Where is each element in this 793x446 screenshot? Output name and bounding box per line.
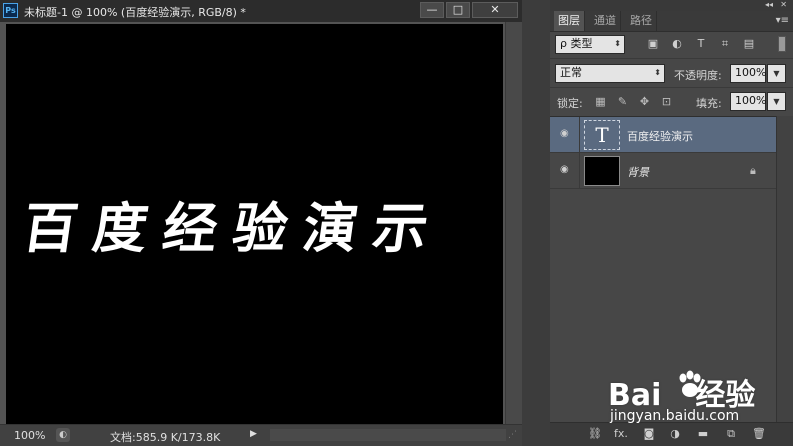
baidu-watermark: Bai 经验 jingyan.baidu.com [608, 370, 788, 432]
tab-layers[interactable]: 图层 [554, 11, 585, 31]
shape-filter-icon[interactable]: ⌗ [718, 37, 732, 51]
type-filter-icon[interactable]: T [694, 37, 708, 51]
background-layer-thumbnail [584, 156, 620, 186]
canvas[interactable]: 百度经验演示 [6, 24, 503, 424]
layer-row-background[interactable]: ◉ 背景 🔒︎ [550, 153, 776, 189]
lock-position-icon[interactable]: ✥ [638, 95, 651, 108]
filter-kind-select[interactable]: ρ 类型 ⬍ [555, 35, 625, 54]
panel-menu-icon[interactable]: ▾≡ [776, 15, 789, 26]
canvas-text-layer: 百度经验演示 [18, 196, 448, 260]
panel-tabs: 图层 通道 路径 ▾≡ [550, 11, 793, 32]
photoshop-logo-icon: Ps [3, 3, 18, 18]
close-button[interactable]: ✕ [472, 2, 518, 18]
document-window: Ps 未标题-1 @ 100% (百度经验演示, RGB/8) * — □ ✕ … [0, 0, 522, 446]
link-icon[interactable]: ⛓ [588, 427, 602, 441]
panel-close-icon[interactable]: ✕ [780, 0, 787, 9]
lock-image-icon[interactable]: ✎ [616, 95, 629, 108]
fill-label: 填充: [696, 97, 722, 110]
visibility-toggle[interactable]: ◉ [550, 153, 580, 189]
lock-transparent-icon[interactable]: ▦ [594, 95, 607, 108]
lock-icon: 🔒︎ [750, 164, 756, 177]
paw-icon [679, 370, 701, 397]
image-filter-icon[interactable]: ▣ [646, 37, 660, 51]
collapse-panel-icon[interactable]: ◂◂ [765, 0, 773, 9]
tab-paths[interactable]: 路径 [626, 11, 657, 31]
filter-toggle[interactable] [778, 36, 786, 52]
workspace-gutter [522, 0, 550, 446]
layer-name[interactable]: 背景 [627, 164, 649, 180]
watermark-url: jingyan.baidu.com [610, 408, 740, 424]
horizontal-scrollbar[interactable] [270, 429, 506, 441]
layer-name[interactable]: 百度经验演示 [627, 128, 693, 144]
visibility-toggle[interactable]: ◉ [550, 117, 580, 153]
panel-topbar: ◂◂ ✕ [550, 0, 793, 11]
opacity-input[interactable]: 100% [730, 64, 766, 83]
status-menu-arrow-icon[interactable]: ▶ [250, 429, 260, 441]
blend-mode-select[interactable]: 正常 ⬍ [555, 64, 665, 83]
eye-icon: ◉ [560, 164, 569, 175]
lock-all-icon[interactable]: ⊡ [660, 95, 673, 108]
blend-mode-value: 正常 [560, 66, 582, 79]
maximize-button[interactable]: □ [446, 2, 470, 18]
opacity-dropdown-icon[interactable]: ▼ [767, 64, 786, 83]
status-bar: 100% ◐ 文档:585.9 K/173.8K ▶ ⋰ [0, 424, 522, 446]
status-info-icon[interactable]: ◐ [56, 428, 70, 442]
layer-filter-row: ρ 类型 ⬍ ▣ ◐ T ⌗ ▤ [550, 32, 793, 56]
tab-channels[interactable]: 通道 [590, 11, 621, 31]
document-title: 未标题-1 @ 100% (百度经验演示, RGB/8) * [24, 6, 246, 19]
document-info: 文档:585.9 K/173.8K [110, 431, 221, 444]
lock-label: 锁定: [557, 97, 583, 110]
text-layer-thumbnail: T [584, 120, 620, 150]
resize-grip-icon[interactable]: ⋰ [508, 430, 518, 440]
document-titlebar[interactable]: Ps 未标题-1 @ 100% (百度经验演示, RGB/8) * — □ ✕ [0, 0, 522, 22]
layer-row-text[interactable]: ◉ T 百度经验演示 [550, 117, 776, 153]
adjustment-filter-icon[interactable]: ◐ [670, 37, 684, 51]
fill-dropdown-icon[interactable]: ▼ [767, 92, 786, 111]
chevron-updown-icon: ⬍ [614, 39, 621, 48]
fill-input[interactable]: 100% [730, 92, 766, 111]
blend-row: 正常 ⬍ 不透明度: 100% ▼ [550, 58, 793, 85]
eye-icon: ◉ [560, 128, 569, 139]
lock-row: 锁定: ▦ ✎ ✥ ⊡ 填充: 100% ▼ [550, 87, 793, 114]
minimize-button[interactable]: — [420, 2, 444, 18]
chevron-updown-icon: ⬍ [654, 68, 661, 77]
smart-object-filter-icon[interactable]: ▤ [742, 37, 756, 51]
vertical-scrollbar[interactable] [505, 22, 522, 424]
opacity-label: 不透明度: [674, 69, 722, 82]
filter-kind-label: ρ 类型 [560, 37, 593, 50]
zoom-level[interactable]: 100% [14, 429, 45, 442]
